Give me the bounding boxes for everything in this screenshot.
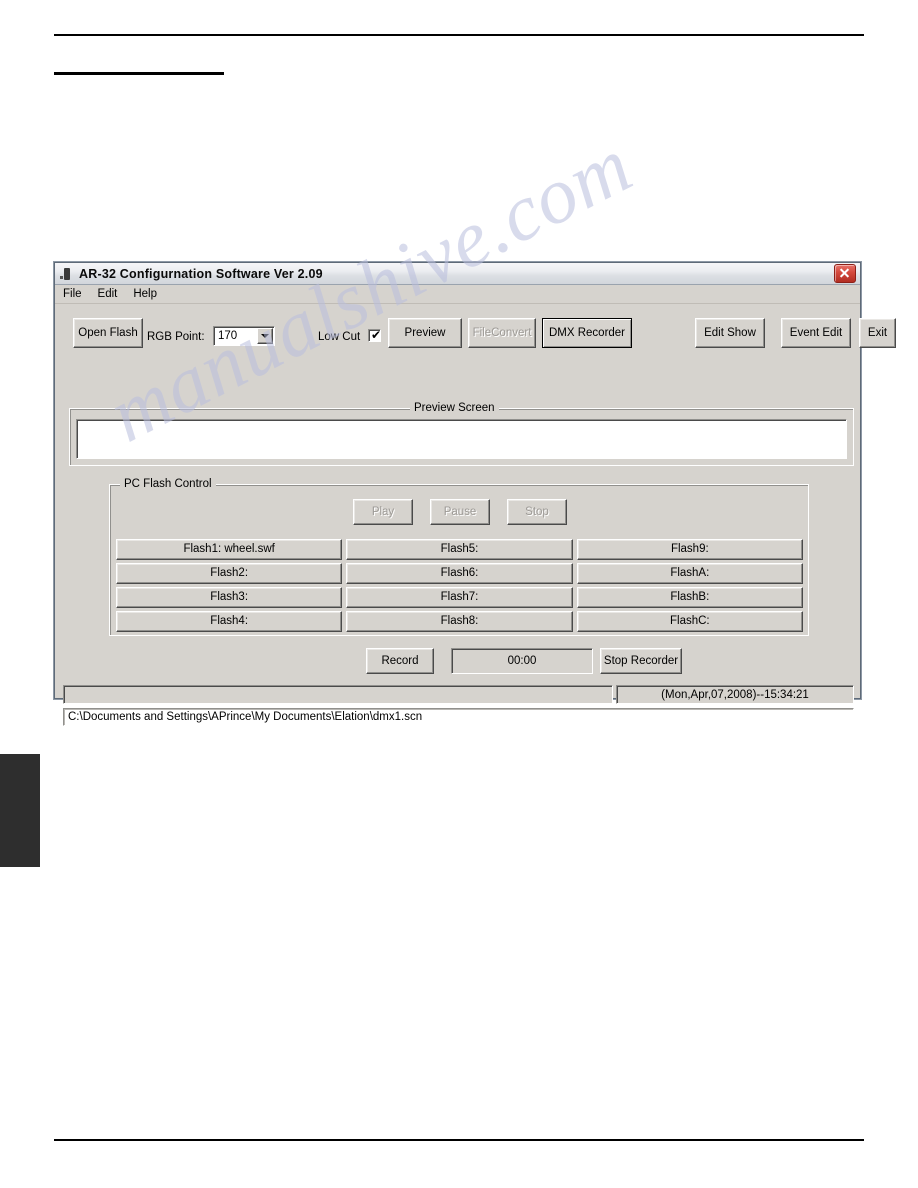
dmx-recorder-button[interactable]: DMX Recorder <box>542 318 632 348</box>
flash-slot-button[interactable]: FlashA: <box>576 563 803 584</box>
close-icon[interactable] <box>834 264 856 283</box>
status-timestamp: (Mon,Apr,07,2008)--15:34:21 <box>616 685 854 704</box>
stop-button: Stop <box>507 499 567 525</box>
low-cut-checkbox[interactable]: ✔ <box>368 329 381 342</box>
rgb-point-label: RGB Point: <box>147 331 205 343</box>
flash-slot-button[interactable]: Flash3: <box>116 587 343 608</box>
page-edge-tab <box>0 754 40 867</box>
flash-slot-button[interactable]: FlashC: <box>576 611 803 632</box>
rgb-point-value: 170 <box>218 330 238 342</box>
flash-slot-button[interactable]: Flash4: <box>116 611 343 632</box>
menu-bar: File Edit Help <box>55 285 860 304</box>
client-area: Open Flash RGB Point: 170 Low Cut ✔ Prev… <box>55 304 896 726</box>
flash-slot-button[interactable]: Flash5: <box>346 539 573 560</box>
play-button: Play <box>353 499 413 525</box>
title-bar: AR-32 Configurnation Software Ver 2.09 <box>55 263 860 285</box>
flash-slot-button[interactable]: Flash1: wheel.swf <box>116 539 343 560</box>
pc-flash-control-group: PC Flash Control Play Pause Stop Flash1:… <box>109 478 809 636</box>
stop-recorder-button[interactable]: Stop Recorder <box>600 648 682 674</box>
preview-button[interactable]: Preview <box>388 318 462 348</box>
toolbar: Open Flash RGB Point: 170 Low Cut ✔ Prev… <box>55 304 896 359</box>
edit-show-button[interactable]: Edit Show <box>695 318 765 348</box>
flash-slot-button[interactable]: FlashB: <box>576 587 803 608</box>
pause-button: Pause <box>430 499 490 525</box>
menu-item-help[interactable]: Help <box>133 288 157 300</box>
preview-screen-caption: Preview Screen <box>410 402 499 414</box>
app-window: AR-32 Configurnation Software Ver 2.09 F… <box>54 262 896 726</box>
menu-item-edit[interactable]: Edit <box>98 288 118 300</box>
rgb-point-select[interactable]: 170 <box>213 326 275 346</box>
flash-slot-button[interactable]: Flash9: <box>576 539 803 560</box>
open-flash-button[interactable]: Open Flash <box>73 318 143 348</box>
flash-slot-button[interactable]: Flash7: <box>346 587 573 608</box>
menu-item-file[interactable]: File <box>63 288 82 300</box>
preview-screen-panel[interactable] <box>76 419 847 459</box>
exit-button[interactable]: Exit <box>859 318 896 348</box>
event-edit-button[interactable]: Event Edit <box>781 318 851 348</box>
preview-screen-group: Preview Screen <box>69 402 854 466</box>
file-path-field[interactable]: C:\Documents and Settings\APrince\My Doc… <box>63 708 854 726</box>
flash-slot-button[interactable]: Flash2: <box>116 563 343 584</box>
file-convert-button: FileConvert <box>468 318 536 348</box>
status-message <box>63 685 613 704</box>
recorder-timer-display: 00:00 <box>451 648 593 674</box>
flash-slot-button[interactable]: Flash8: <box>346 611 573 632</box>
chevron-down-icon[interactable] <box>257 328 273 344</box>
app-icon <box>60 267 74 281</box>
pc-flash-control-caption: PC Flash Control <box>120 478 216 490</box>
section-title-underline <box>54 72 224 75</box>
page-header-rule <box>54 34 864 36</box>
flash-slot-grid: Flash1: wheel.swf Flash5: Flash9: Flash2… <box>116 539 803 632</box>
record-button[interactable]: Record <box>366 648 434 674</box>
status-bar: (Mon,Apr,07,2008)--15:34:21 <box>63 685 854 704</box>
low-cut-label: Low Cut <box>318 331 361 343</box>
flash-slot-button[interactable]: Flash6: <box>346 563 573 584</box>
window-title: AR-32 Configurnation Software Ver 2.09 <box>79 266 323 281</box>
checkmark-icon: ✔ <box>371 328 382 342</box>
page-footer-rule <box>54 1139 864 1141</box>
